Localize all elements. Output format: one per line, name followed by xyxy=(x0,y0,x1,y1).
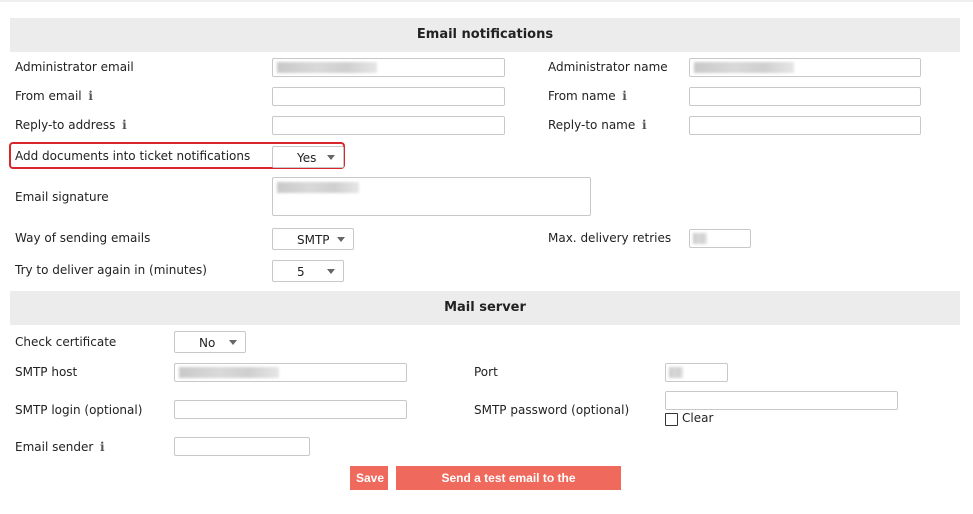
add-documents-select[interactable]: Yes xyxy=(272,146,344,168)
smtp-password-input[interactable] xyxy=(665,391,898,410)
info-icon[interactable]: i xyxy=(622,89,628,103)
way-of-sending-value: SMTP xyxy=(297,233,330,247)
add-documents-value: Yes xyxy=(297,151,317,165)
info-icon[interactable]: i xyxy=(99,440,105,454)
check-certificate-value: No xyxy=(199,336,216,350)
info-icon[interactable]: i xyxy=(641,118,647,132)
port-label: Port xyxy=(474,365,498,379)
chevron-down-icon xyxy=(337,237,345,242)
from-email-label: From email i xyxy=(15,89,94,103)
email-signature-textarea[interactable] xyxy=(272,177,591,216)
max-delivery-retries-input[interactable] xyxy=(689,229,751,248)
port-input[interactable] xyxy=(665,363,728,382)
chevron-down-icon xyxy=(327,155,335,160)
smtp-host-label: SMTP host xyxy=(15,365,78,379)
reply-to-address-label-text: Reply-to address xyxy=(15,118,116,132)
reply-to-name-label: Reply-to name i xyxy=(548,118,647,132)
retry-interval-value: 5 xyxy=(297,265,305,279)
chevron-down-icon xyxy=(229,340,237,345)
way-of-sending-select[interactable]: SMTP xyxy=(272,228,354,250)
way-of-sending-label: Way of sending emails xyxy=(15,231,151,245)
max-delivery-retries-label: Max. delivery retries xyxy=(548,231,672,245)
info-icon[interactable]: i xyxy=(121,118,127,132)
from-email-label-text: From email xyxy=(15,89,82,103)
administrator-name-label: Administrator name xyxy=(548,60,668,74)
section-header-mail-server: Mail server xyxy=(10,291,960,325)
retry-interval-label: Try to deliver again in (minutes) xyxy=(15,263,207,277)
from-name-label: From name i xyxy=(548,89,628,103)
administrator-email-label: Administrator email xyxy=(15,60,134,74)
smtp-login-label: SMTP login (optional) xyxy=(15,403,143,417)
reply-to-address-input[interactable] xyxy=(272,116,505,135)
from-name-input[interactable] xyxy=(689,87,921,106)
reply-to-name-input[interactable] xyxy=(689,116,921,135)
send-test-email-button[interactable]: Send a test email to the administrator xyxy=(396,466,621,509)
retry-interval-select[interactable]: 5 xyxy=(272,260,344,282)
check-certificate-select[interactable]: No xyxy=(174,331,246,353)
from-email-input[interactable] xyxy=(272,87,505,106)
email-sender-label: Email sender i xyxy=(15,440,105,454)
reply-to-name-label-text: Reply-to name xyxy=(548,118,636,132)
reply-to-address-label: Reply-to address i xyxy=(15,118,127,132)
smtp-password-label: SMTP password (optional) xyxy=(474,403,630,417)
smtp-host-input[interactable] xyxy=(174,363,407,382)
email-sender-input[interactable] xyxy=(174,437,310,456)
save-button[interactable]: Save xyxy=(350,466,388,490)
administrator-name-input[interactable] xyxy=(689,58,921,77)
email-signature-label: Email signature xyxy=(15,190,109,204)
from-name-label-text: From name xyxy=(548,89,616,103)
add-documents-label: Add documents into ticket notifications xyxy=(15,149,251,163)
email-sender-label-text: Email sender xyxy=(15,440,94,454)
smtp-login-input[interactable] xyxy=(174,400,407,419)
administrator-email-input[interactable] xyxy=(272,58,505,77)
clear-password-checkbox[interactable] xyxy=(665,413,678,426)
section-header-email-notifications: Email notifications xyxy=(10,18,960,52)
chevron-down-icon xyxy=(327,269,335,274)
clear-password-label: Clear xyxy=(682,411,714,425)
info-icon[interactable]: i xyxy=(88,89,94,103)
check-certificate-label: Check certificate xyxy=(15,335,117,349)
top-divider xyxy=(0,0,973,2)
